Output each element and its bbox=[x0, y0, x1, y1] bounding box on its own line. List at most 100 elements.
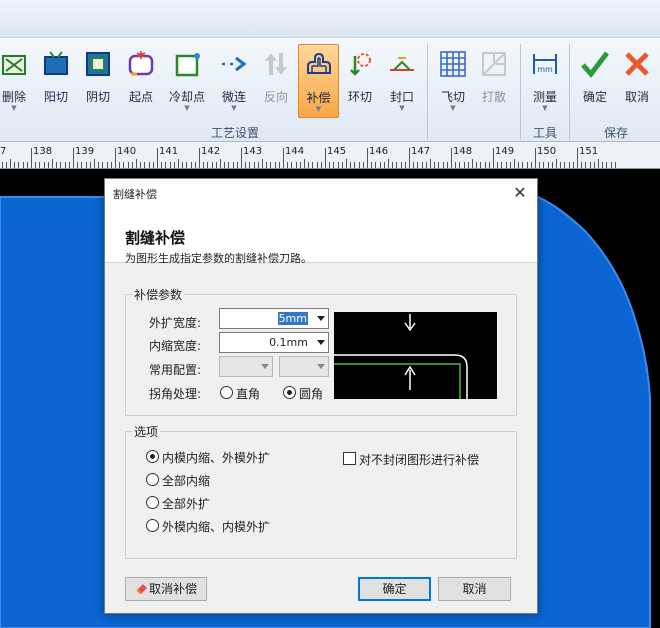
break-up-button[interactable]: 打散 bbox=[474, 44, 514, 118]
open-shapes-label: 对不封闭图形进行补偿 bbox=[359, 453, 480, 467]
ruler-tick bbox=[123, 162, 125, 168]
chevron-down-icon[interactable] bbox=[317, 316, 325, 321]
ruler-number: 7 bbox=[0, 146, 7, 157]
dialog-cancel-button[interactable]: 取消 bbox=[438, 577, 511, 601]
ruler-tick bbox=[39, 162, 41, 168]
reverse-icon bbox=[265, 53, 287, 75]
ruler-tick bbox=[455, 162, 457, 168]
ruler-tick bbox=[375, 162, 377, 168]
ruler-tick bbox=[484, 162, 486, 168]
ruler-tick bbox=[291, 162, 293, 168]
ruler-tick bbox=[241, 148, 242, 168]
chevron-down-icon: ▼ bbox=[542, 104, 548, 112]
common-config-combo-1[interactable] bbox=[219, 356, 273, 377]
ruler-tick bbox=[535, 148, 536, 168]
corner-square-label: 直角 bbox=[236, 387, 261, 401]
chevron-down-icon[interactable] bbox=[317, 340, 325, 345]
ruler-tick bbox=[304, 159, 305, 168]
dialog-cancel-label: 取消 bbox=[462, 582, 487, 596]
cancel-button[interactable]: 取消 bbox=[616, 44, 658, 118]
reverse-button[interactable]: 反向 bbox=[256, 44, 296, 118]
ruler-tick bbox=[430, 159, 431, 168]
ok-button[interactable]: 确定 bbox=[358, 577, 431, 601]
ruler-tick bbox=[346, 159, 347, 168]
common-config-combo-2[interactable] bbox=[279, 356, 329, 377]
ruler-tick bbox=[299, 162, 301, 168]
ruler-tick bbox=[35, 162, 37, 168]
ruler-tick bbox=[1, 162, 3, 168]
kerf-dialog: 割缝补偿 ✕ 割缝补偿 为图形生成指定参数的割缝补偿刀路。 补偿参数 外扩宽度:… bbox=[104, 178, 538, 614]
ruler-tick bbox=[388, 159, 389, 168]
chevron-down-icon bbox=[261, 364, 269, 369]
outer-width-value: 5mm bbox=[277, 312, 308, 325]
lead-in-button[interactable]: 起点 bbox=[120, 44, 162, 118]
ruler-tick bbox=[257, 162, 259, 168]
confirm-button[interactable]: 确定 bbox=[574, 44, 616, 118]
ribbon-toolbar: 删除 ▼ 阳切 阴切 起点 冷却点 ▼ 微连 ▼ 反向 补偿 ▼ 环切 封口 ▼… bbox=[0, 38, 660, 142]
cooling-point-button[interactable]: 冷却点 ▼ bbox=[164, 44, 210, 118]
svg-text:mm: mm bbox=[537, 65, 553, 74]
ruler-tick bbox=[43, 162, 45, 168]
option-radio-2[interactable] bbox=[146, 496, 159, 509]
ruler-tick bbox=[505, 162, 507, 168]
option-radio-3[interactable] bbox=[146, 519, 159, 532]
ruler-tick bbox=[207, 162, 209, 168]
ruler-tick bbox=[102, 162, 104, 168]
ruler-tick bbox=[606, 162, 608, 168]
ruler-tick bbox=[14, 162, 16, 168]
chevron-down-icon: ▼ bbox=[399, 104, 405, 112]
option-radio-0[interactable] bbox=[146, 450, 159, 463]
chevron-down-icon: ▼ bbox=[231, 104, 237, 112]
ruler-tick bbox=[362, 162, 364, 168]
ruler-tick bbox=[178, 159, 179, 168]
inner-width-value: 0.1mm bbox=[269, 336, 308, 349]
ruler-tick bbox=[438, 162, 440, 168]
ruler-tick bbox=[551, 162, 553, 168]
measure-icon: mm bbox=[533, 54, 557, 74]
option-label-3: 外模内缩、内模外扩 bbox=[162, 520, 271, 534]
inner-cut-button[interactable]: 阴切 bbox=[78, 44, 118, 118]
delete-button[interactable]: 删除 ▼ bbox=[0, 44, 34, 118]
ruler-tick bbox=[488, 162, 490, 168]
option-label-0: 内模内缩、外模外扩 bbox=[162, 451, 271, 465]
ruler-tick bbox=[476, 162, 478, 168]
ruler-tick bbox=[148, 162, 150, 168]
ruler-number: 144 bbox=[285, 146, 305, 157]
ruler-tick bbox=[152, 162, 154, 168]
ruler-number: 142 bbox=[201, 146, 221, 157]
remove-kerf-button[interactable]: 取消补偿 bbox=[125, 577, 207, 601]
corner-round-radio[interactable] bbox=[283, 386, 296, 399]
ruler-tick bbox=[577, 148, 578, 168]
ruler-tick bbox=[371, 162, 373, 168]
ruler-tick bbox=[493, 148, 494, 168]
title-bar bbox=[0, 0, 660, 38]
outer-width-combo[interactable]: 5mm bbox=[219, 308, 329, 329]
option-radio-1[interactable] bbox=[146, 473, 159, 486]
ring-cut-button[interactable]: 环切 bbox=[340, 44, 380, 118]
ruler-tick bbox=[341, 162, 343, 168]
chevron-down-icon bbox=[317, 364, 325, 369]
group-label-save: 保存 bbox=[603, 126, 628, 140]
seal-button[interactable]: 封口 ▼ bbox=[382, 44, 422, 118]
params-legend: 补偿参数 bbox=[132, 286, 185, 303]
close-icon[interactable]: ✕ bbox=[509, 182, 531, 204]
measure-button[interactable]: mm 测量 ▼ bbox=[524, 44, 566, 118]
open-shapes-checkbox[interactable] bbox=[343, 452, 356, 465]
ruler-tick bbox=[598, 159, 599, 168]
outer-cut-button[interactable]: 阳切 bbox=[36, 44, 76, 118]
kerf-button[interactable]: 补偿 ▼ bbox=[298, 44, 339, 118]
ruler-number: 150 bbox=[537, 146, 557, 157]
corner-square-radio[interactable] bbox=[220, 386, 233, 399]
ruler-tick bbox=[358, 162, 360, 168]
micro-joint-button[interactable]: 微连 ▼ bbox=[212, 44, 256, 118]
fly-cut-button[interactable]: 飞切 ▼ bbox=[432, 44, 474, 118]
inner-width-combo[interactable]: 0.1mm bbox=[219, 332, 329, 353]
dialog-subtitle: 为图形生成指定参数的割缝补偿刀路。 bbox=[125, 252, 312, 265]
ruler-tick bbox=[31, 148, 32, 168]
ruler-tick bbox=[110, 162, 112, 168]
ruler-tick bbox=[316, 162, 318, 168]
ruler-number: 149 bbox=[495, 146, 515, 157]
ruler-tick bbox=[287, 162, 289, 168]
chevron-down-icon: ▼ bbox=[184, 104, 190, 112]
ruler-tick bbox=[136, 159, 137, 168]
